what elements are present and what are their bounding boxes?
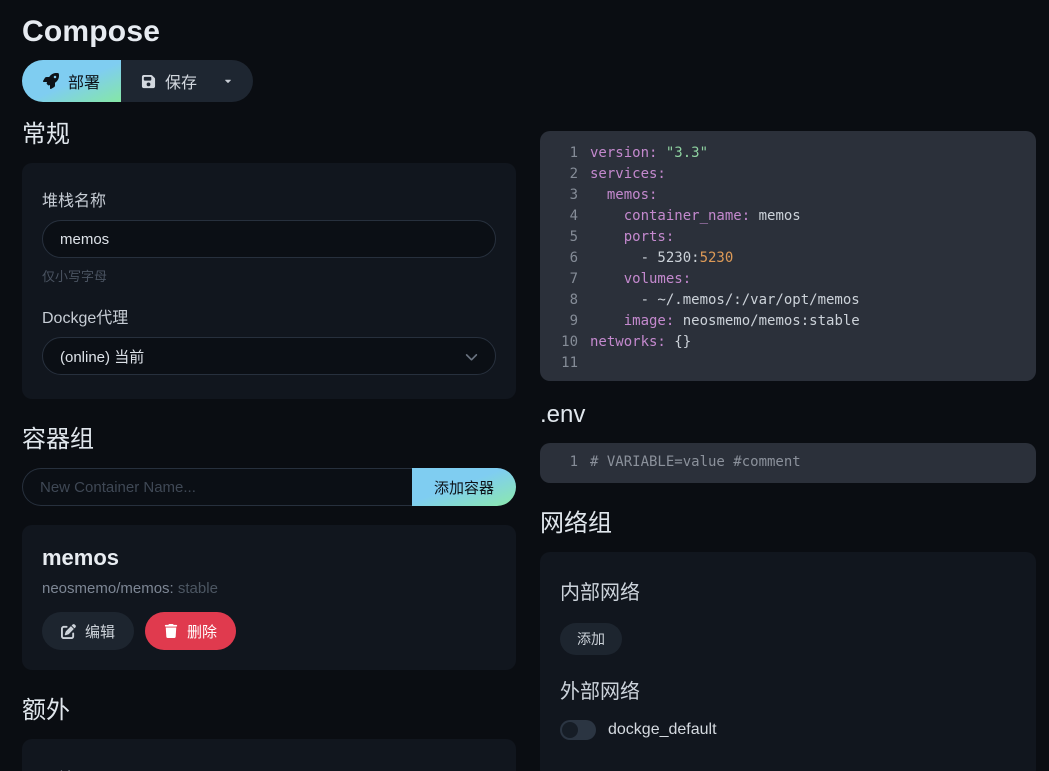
stack-name-input[interactable] (42, 220, 496, 258)
networks-section-heading: 网络组 (540, 503, 1036, 538)
pencil-square-icon (61, 624, 76, 639)
extra-card: 网址 (22, 739, 516, 771)
internal-networks-heading: 内部网络 (560, 576, 1016, 605)
compose-yaml-editor[interactable]: 1version: "3.3"2services:3 memos:4 conta… (540, 131, 1036, 381)
stack-name-hint: 仅小写字母 (42, 266, 496, 285)
container-name: memos (42, 545, 496, 571)
save-button-label: 保存 (165, 69, 197, 93)
agent-label: Dockge代理 (42, 304, 496, 328)
container-image-name: neosmemo/memos: (42, 580, 174, 597)
chevron-down-icon (465, 350, 478, 363)
save-button[interactable]: 保存 (121, 60, 211, 102)
delete-container-button[interactable]: 删除 (145, 612, 236, 650)
add-container-button[interactable]: 添加容器 (412, 468, 516, 506)
new-container-name-input[interactable] (22, 468, 412, 506)
container-image-tag: stable (178, 580, 218, 597)
toolbar: 部署 保存 (22, 60, 253, 102)
deploy-button-label: 部署 (68, 69, 100, 93)
deploy-button[interactable]: 部署 (22, 60, 121, 102)
env-editor[interactable]: 1# VARIABLE=value #comment (540, 443, 1036, 483)
add-container-row: 添加容器 (22, 468, 516, 506)
containers-section-heading: 容器组 (22, 419, 516, 454)
env-section-heading: .env (540, 401, 1036, 429)
page-title: Compose (22, 0, 1049, 49)
agent-select[interactable]: (online) 当前 (42, 337, 496, 375)
general-card: 堆栈名称 仅小写字母 Dockge代理 (online) 当前 (22, 163, 516, 399)
trash-icon (164, 624, 178, 638)
networks-card: 内部网络 添加 外部网络 dockge_default (540, 552, 1036, 771)
external-networks-heading: 外部网络 (560, 675, 1016, 704)
extra-section-heading: 额外 (22, 690, 516, 725)
container-card: memos neosmemo/memos: stable 编辑 (22, 525, 516, 670)
stack-name-label: 堆栈名称 (42, 187, 496, 211)
agent-select-value: (online) 当前 (60, 346, 144, 367)
container-image: neosmemo/memos: stable (42, 580, 496, 597)
general-section-heading: 常规 (22, 114, 516, 149)
floppy-icon (141, 74, 156, 89)
add-network-button[interactable]: 添加 (560, 623, 622, 655)
edit-container-button[interactable]: 编辑 (42, 612, 134, 650)
compose-page: Compose 部署 保存 常规 堆栈名称 仅小写字母 (0, 0, 1049, 771)
caret-down-icon (223, 76, 233, 86)
edit-button-label: 编辑 (85, 621, 115, 642)
external-network-name: dockge_default (608, 721, 717, 739)
external-network-row: dockge_default (560, 720, 1016, 740)
save-dropdown-toggle[interactable] (211, 60, 253, 102)
url-label: 网址 (42, 765, 496, 771)
rocket-icon (43, 73, 59, 89)
network-toggle[interactable] (560, 720, 596, 740)
toggle-knob (562, 722, 578, 738)
delete-button-label: 删除 (187, 621, 217, 642)
